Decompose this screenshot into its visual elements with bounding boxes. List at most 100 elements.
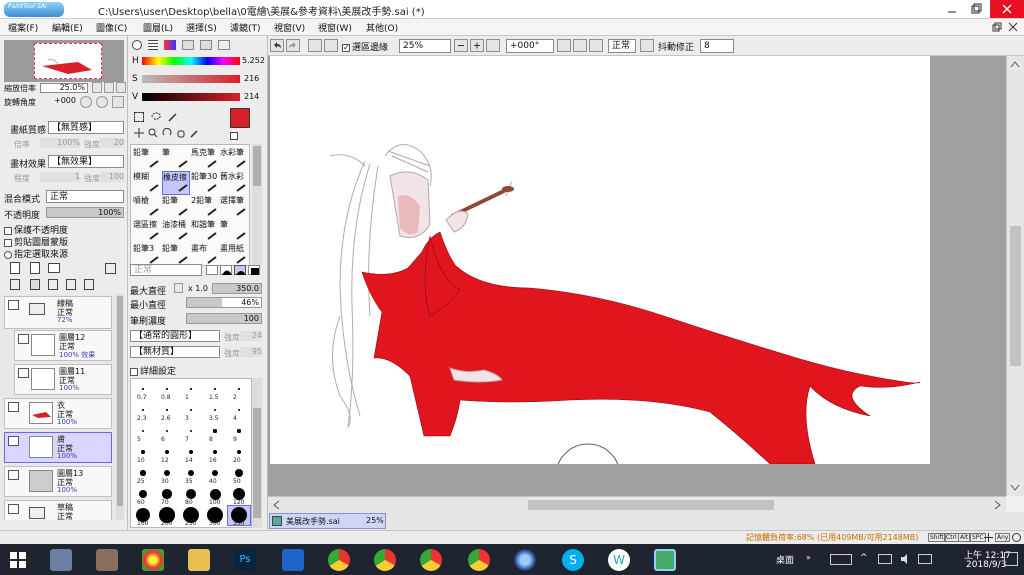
file-explorer-icon[interactable]	[188, 549, 210, 571]
zoom-reset-button[interactable]	[486, 39, 500, 52]
max-size-slider[interactable]: 350.0	[212, 283, 262, 294]
layer-item-draft[interactable]: 草稿 正常	[4, 500, 112, 520]
rect-select-icon[interactable]	[134, 112, 144, 122]
foreground-color-swatch[interactable]	[230, 108, 250, 128]
rotate-reset-button[interactable]	[589, 39, 603, 52]
magic-wand-icon[interactable]	[168, 112, 178, 122]
delete-layer-icon[interactable]	[66, 279, 76, 290]
brush-grid-scrollbar[interactable]	[252, 144, 262, 266]
chrome-icon-2[interactable]	[374, 549, 396, 571]
brush-shape-hard-icon[interactable]	[234, 265, 246, 275]
app-w-icon[interactable]: W	[608, 549, 630, 571]
ime-icon[interactable]	[918, 554, 932, 564]
paper-degree-slider[interactable]: 1	[40, 172, 80, 182]
menu-view[interactable]: 視窗(V)	[274, 21, 305, 34]
move-icon[interactable]	[134, 128, 144, 138]
brush-mode-select[interactable]: 正常	[130, 264, 202, 276]
chrome-icon-4[interactable]	[468, 549, 490, 571]
document-tab[interactable]: 美展改手勢.sai 25%	[269, 513, 386, 529]
restore-icon[interactable]	[970, 3, 982, 15]
menu-edit[interactable]: 編輯(E)	[52, 21, 83, 34]
opacity-slider[interactable]: 100%	[46, 207, 124, 218]
rotate-slider[interactable]: +000	[40, 97, 76, 107]
menu-window[interactable]: 視窗(W)	[318, 21, 352, 34]
nav-rotate-left-button[interactable]	[80, 96, 92, 108]
settings-icon[interactable]	[1012, 533, 1021, 542]
redo-button[interactable]	[286, 39, 300, 52]
zoom-out-button[interactable]	[454, 39, 468, 52]
zoom-slider[interactable]: 25.0%	[40, 83, 88, 93]
paper-texture-select[interactable]: 【無質感】	[48, 121, 124, 134]
horizontal-scrollbar[interactable]	[268, 496, 1006, 512]
rotate-tool-icon[interactable]	[162, 127, 172, 138]
scroll-right-icon[interactable]	[994, 500, 1002, 510]
zoom-in-button[interactable]	[470, 39, 484, 52]
zoom-tool-icon[interactable]	[148, 128, 158, 138]
merge-down-icon[interactable]	[48, 279, 58, 290]
nav-zoom-in-button[interactable]	[104, 82, 114, 93]
selection-source-radio[interactable]	[4, 250, 12, 259]
scroll-left-icon[interactable]	[272, 500, 280, 510]
scratchpad-toggle-icon[interactable]	[200, 40, 212, 50]
navigator-preview[interactable]	[4, 40, 124, 82]
new-layer-icon[interactable]	[10, 262, 20, 274]
swatch-toggle-icon[interactable]	[182, 40, 194, 50]
copy-layer-icon[interactable]	[10, 279, 20, 290]
max-size-multiplier[interactable]: x 1.0	[188, 284, 208, 293]
layer-item-11[interactable]: 圖層11 正常 100%	[14, 364, 112, 395]
texture-strength-slider[interactable]: 95	[240, 347, 262, 357]
brush-shape-flat-icon[interactable]	[206, 265, 218, 275]
rgb-slider-toggle-icon[interactable]	[148, 40, 158, 50]
menu-select[interactable]: 選擇(S)	[186, 21, 217, 34]
menu-file[interactable]: 檔案(F)	[8, 21, 38, 34]
new-folder-icon[interactable]	[48, 263, 60, 273]
zoom-select[interactable]: 25%	[399, 39, 451, 53]
rotation-select[interactable]: +000°	[506, 39, 554, 53]
photoshop-icon[interactable]: Ps	[234, 549, 256, 571]
brush-shape-round-icon[interactable]	[220, 265, 232, 275]
view-mode-select[interactable]: 正常	[608, 39, 636, 53]
mixer-toggle-icon[interactable]	[218, 40, 230, 50]
clear-layer-icon[interactable]	[84, 279, 94, 290]
menu-other[interactable]: 其他(O)	[366, 21, 398, 34]
minimize-icon[interactable]	[946, 3, 958, 15]
undo-button[interactable]	[270, 39, 284, 52]
new-linework-layer-icon[interactable]	[30, 262, 40, 274]
paper-scale-slider[interactable]: 100%	[40, 138, 80, 148]
paper-strength-slider[interactable]: 20	[100, 138, 124, 148]
menu-close-icon[interactable]	[1008, 22, 1018, 32]
stabilizer-select[interactable]: 8	[700, 39, 734, 53]
close-button[interactable]	[990, 0, 1024, 18]
hue-slider[interactable]	[142, 57, 240, 65]
calculator-icon[interactable]	[50, 549, 72, 571]
advanced-settings-checkbox[interactable]	[130, 367, 138, 376]
brush-shape-square-icon[interactable]	[248, 265, 260, 275]
layer-mask-icon[interactable]	[105, 263, 116, 274]
photos-app-icon[interactable]	[96, 549, 118, 571]
layer-item-clothes[interactable]: 衣 正常 100%	[4, 398, 112, 429]
desktop-toolbar-label[interactable]: 桌面	[776, 553, 794, 566]
layer-item-skin[interactable]: 膚 正常 100%	[4, 432, 112, 463]
brush-size-scrollbar[interactable]	[252, 378, 262, 528]
network-icon[interactable]	[878, 554, 892, 564]
visibility-eye-icon[interactable]	[8, 300, 19, 310]
brush-texture-select[interactable]: 【無材質】	[130, 346, 220, 358]
clipping-checkbox[interactable]	[4, 238, 12, 247]
saturation-slider[interactable]	[142, 75, 240, 83]
nav-rotate-reset-button[interactable]	[112, 96, 124, 108]
chrome-icon-3[interactable]	[420, 549, 442, 571]
painttool-sai-taskbar-icon[interactable]	[654, 549, 676, 571]
layer-list-scrollbar[interactable]	[116, 294, 124, 520]
layer-item-12[interactable]: 圖層12 正常 100% 效果	[14, 330, 112, 361]
paper-strength2-slider[interactable]: 100	[100, 172, 124, 182]
vertical-scrollbar[interactable]	[1006, 56, 1024, 496]
drawing-canvas[interactable]	[270, 56, 930, 509]
lasso-icon[interactable]	[150, 112, 162, 122]
transfer-down-icon[interactable]	[30, 279, 40, 290]
layer-item-lineart[interactable]: 線稿 正常 72%	[4, 296, 112, 329]
scroll-down-icon[interactable]	[1010, 484, 1020, 492]
transparent-color-icon[interactable]	[230, 132, 238, 140]
vertical-scroll-thumb[interactable]	[1010, 226, 1021, 366]
size-lock-button[interactable]	[174, 283, 183, 293]
volume-icon[interactable]	[900, 554, 910, 564]
